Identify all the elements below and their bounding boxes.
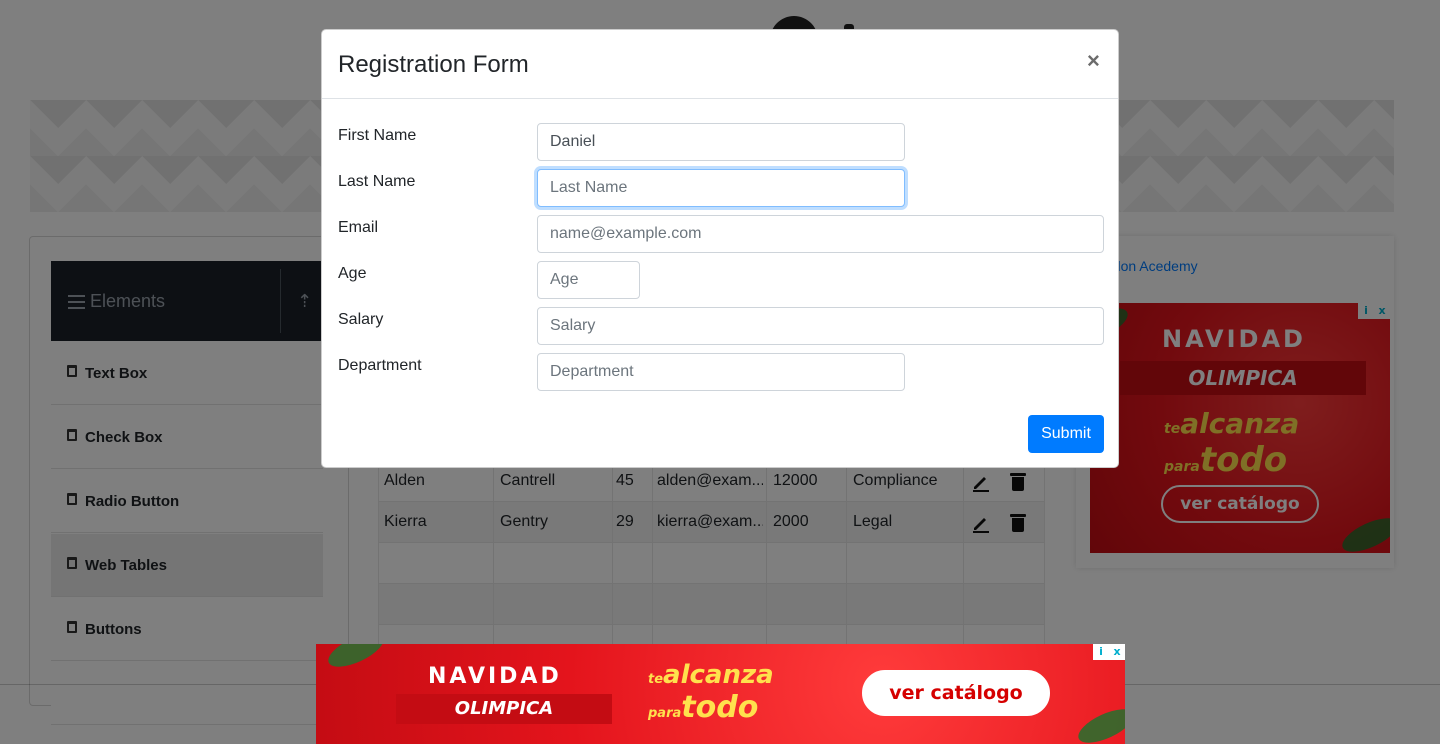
ad-tagline: tealcanza paratodo — [648, 660, 774, 725]
department-label: Department — [338, 357, 422, 374]
first-name-label: First Name — [338, 127, 417, 144]
email-label: Email — [338, 219, 379, 236]
age-label: Age — [338, 265, 367, 282]
ad-info-icon[interactable]: i — [1093, 644, 1109, 660]
bottom-advertisement[interactable]: i x NAVIDAD OLIMPICA tealcanza paratodo … — [316, 644, 1125, 744]
salary-field[interactable] — [537, 307, 1104, 345]
leaf-decoration — [323, 644, 389, 674]
ad-close-icon[interactable]: x — [1109, 644, 1125, 660]
modal-title: Registration Form — [338, 51, 529, 78]
modal-header: Registration Form × — [322, 30, 1118, 99]
age-field[interactable] — [537, 261, 640, 299]
registration-modal: Registration Form × First Name Last Name… — [321, 29, 1119, 468]
ad-brand: OLIMPICA — [396, 694, 612, 724]
close-icon[interactable]: × — [1087, 48, 1100, 74]
ad-cta-button[interactable]: ver catálogo — [862, 670, 1050, 716]
email-field[interactable] — [537, 215, 1104, 253]
submit-button[interactable]: Submit — [1028, 415, 1104, 453]
leaf-decoration — [1073, 702, 1125, 744]
department-field[interactable] — [537, 353, 905, 391]
ad-headline: NAVIDAD — [428, 664, 562, 689]
first-name-field[interactable] — [537, 123, 905, 161]
last-name-field[interactable] — [537, 169, 905, 207]
salary-label: Salary — [338, 311, 384, 328]
last-name-label: Last Name — [338, 173, 416, 190]
ad-controls: i x — [1093, 644, 1125, 660]
